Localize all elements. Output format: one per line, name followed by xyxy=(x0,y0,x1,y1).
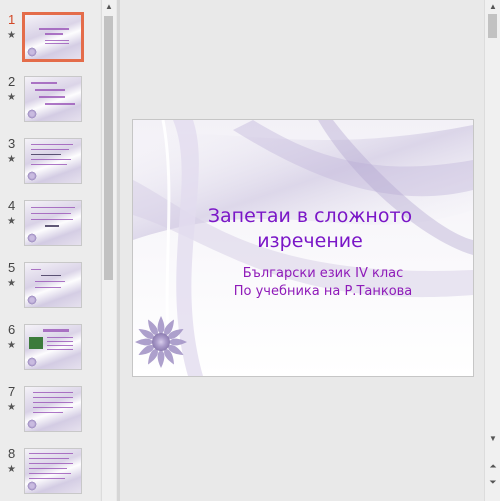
slide-number: 4 xyxy=(8,198,16,213)
next-slide-icon[interactable]: ⏷ xyxy=(486,476,500,489)
thumbnail-image[interactable] xyxy=(24,324,82,370)
star-icon: ★ xyxy=(7,92,16,103)
slide-thumbnail-2[interactable]: 2 ★ xyxy=(0,74,100,132)
main-scrollbar[interactable]: ▲ ▼ ⏶ ⏷ xyxy=(484,0,500,501)
star-icon: ★ xyxy=(7,464,16,475)
slide-number: 5 xyxy=(8,260,16,275)
scroll-up-arrow-icon[interactable]: ▲ xyxy=(102,0,116,14)
subtitle-line-2: По учебника на Р.Танкова xyxy=(233,284,413,299)
thumbnail-image[interactable] xyxy=(24,262,82,308)
thumbnail-image[interactable] xyxy=(24,448,82,494)
star-icon: ★ xyxy=(7,278,16,289)
slide-number: 1 xyxy=(8,12,16,27)
previous-slide-icon[interactable]: ⏶ xyxy=(486,460,500,473)
scroll-down-arrow-icon[interactable]: ▼ xyxy=(486,432,500,445)
slide-number: 2 xyxy=(8,74,16,89)
star-icon: ★ xyxy=(7,30,16,41)
thumbnail-image[interactable] xyxy=(22,12,84,62)
slide-thumbnail-5[interactable]: 5 ★ xyxy=(0,260,100,318)
star-icon: ★ xyxy=(7,154,16,165)
thumbnail-image[interactable] xyxy=(24,138,82,184)
slide-subtitle[interactable]: Български език IV клас По учебника на Р.… xyxy=(203,265,443,301)
slide-number: 6 xyxy=(8,322,16,337)
slide-number: 3 xyxy=(8,136,16,151)
slide-thumbnail-pane: 1 ★ 2 ★ 3 ★ 4 ★ 5 ★ 6 ★ 7 ★ 8 ★ xyxy=(0,0,100,501)
slide-canvas[interactable]: Запетаи в сложното изречение Български е… xyxy=(132,119,474,377)
scroll-up-arrow-icon[interactable]: ▲ xyxy=(486,0,500,13)
slide-thumbnail-6[interactable]: 6 ★ xyxy=(0,322,100,380)
slide-thumbnail-3[interactable]: 3 ★ xyxy=(0,136,100,194)
star-icon: ★ xyxy=(7,216,16,227)
star-icon: ★ xyxy=(7,340,16,351)
slide-thumbnail-1[interactable]: 1 ★ xyxy=(0,12,100,70)
slide-thumbnail-8[interactable]: 8 ★ xyxy=(0,446,100,501)
slide-thumbnail-4[interactable]: 4 ★ xyxy=(0,198,100,256)
star-icon: ★ xyxy=(7,402,16,413)
scrollbar-thumb[interactable] xyxy=(488,14,497,38)
slide-number: 7 xyxy=(8,384,16,399)
thumbnail-image[interactable] xyxy=(24,200,82,246)
thumbnail-image[interactable] xyxy=(24,76,82,122)
slide-editing-area: Запетаи в сложното изречение Български е… xyxy=(120,0,484,501)
thumbnail-scrollbar[interactable]: ▲ xyxy=(101,0,116,501)
title-line-1: Запетаи в сложното xyxy=(207,205,413,227)
title-line-2: изречение xyxy=(257,230,363,252)
slide-number: 8 xyxy=(8,446,16,461)
slide-thumbnail-7[interactable]: 7 ★ xyxy=(0,384,100,442)
subtitle-line-1: Български език IV клас xyxy=(242,266,404,281)
slide-title[interactable]: Запетаи в сложното изречение xyxy=(195,204,425,254)
thumbnail-image[interactable] xyxy=(24,386,82,432)
scrollbar-thumb[interactable] xyxy=(104,16,113,280)
